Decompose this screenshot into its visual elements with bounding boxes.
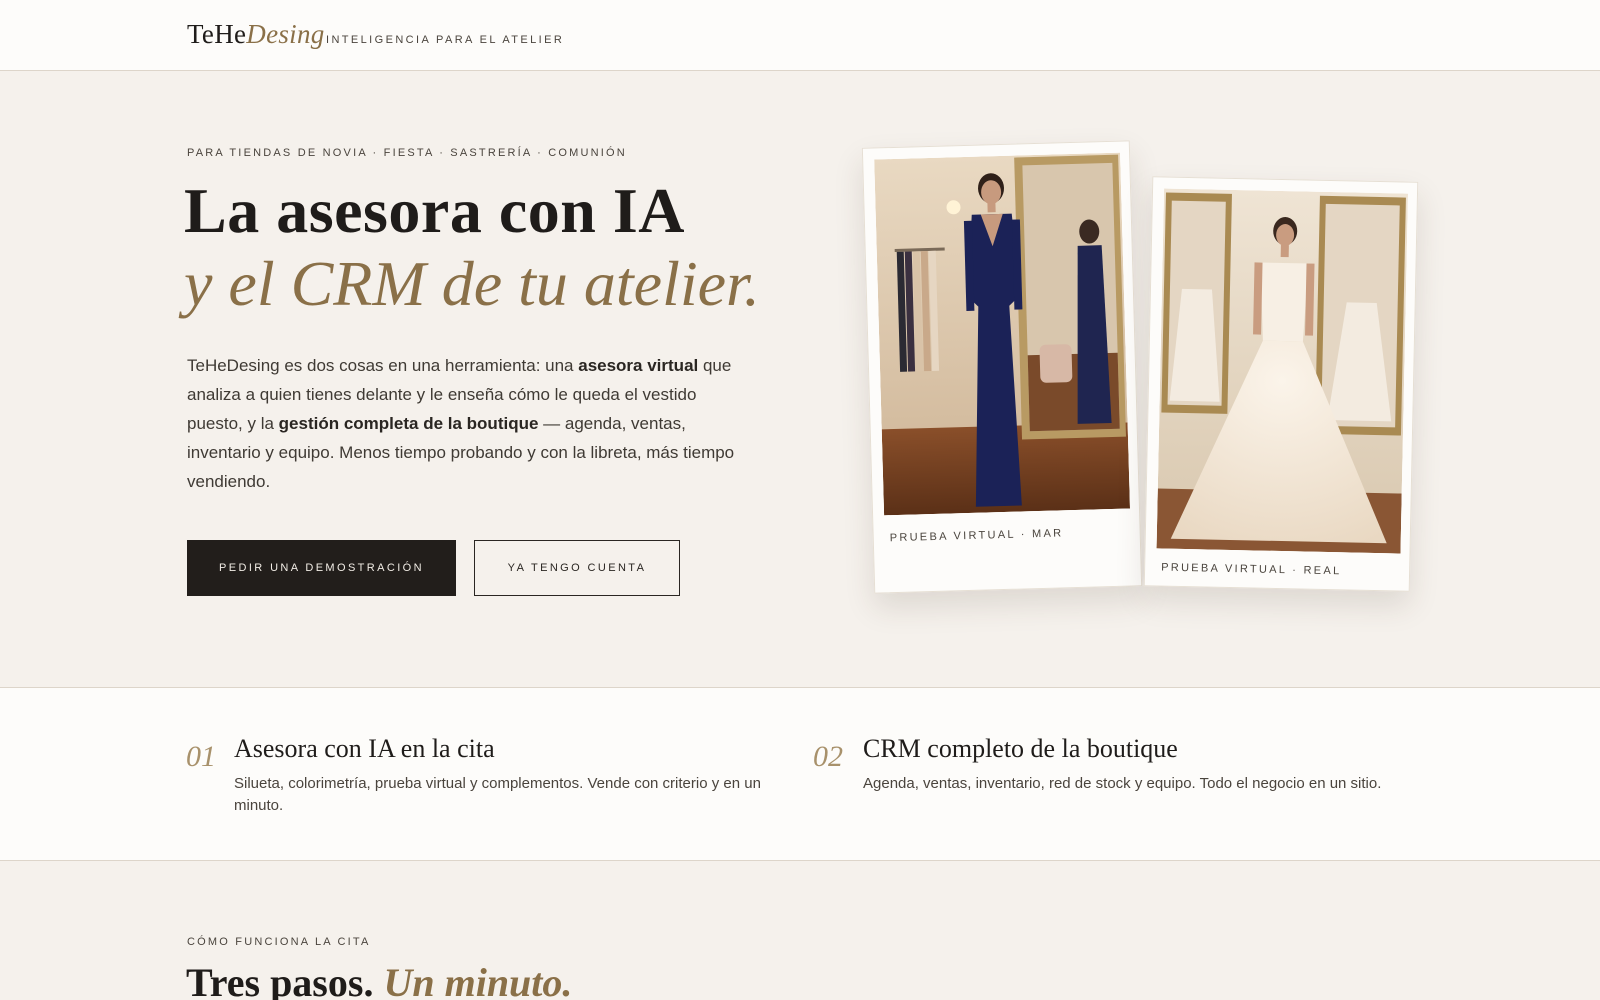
photo-card-bridal: PRUEBA VIRTUAL · REAL [1143,176,1419,592]
navy-dress-photo [874,152,1131,516]
feature-number: 02 [813,740,843,773]
logo-main-text: TeHe [187,19,247,49]
request-demo-button[interactable]: PEDIR UNA DEMOSTRACIÓN [187,540,456,596]
card-caption-bridal: PRUEBA VIRTUAL · REAL [1161,561,1342,578]
feature-number: 01 [186,740,216,773]
hero-headline: La asesora con IA [184,175,685,246]
card-caption-navy: PRUEBA VIRTUAL · MAR [889,527,1064,545]
hero-headline-accent: y el CRM de tu atelier. [184,248,760,319]
lead-text-1: TeHeDesing es dos cosas en una herramien… [187,356,579,375]
how-it-works-section: CÓMO FUNCIONA LA CITA Tres pasos. Un min… [0,861,1600,1000]
how-eyebrow: CÓMO FUNCIONA LA CITA [187,936,371,948]
feature-desc-crm: Agenda, ventas, inventario, red de stock… [863,775,1382,792]
top-header: TeHeDesing INTELIGENCIA PARA EL ATELIER [0,0,1600,71]
logo-accent-text: Desing [246,19,325,49]
brand-logo[interactable]: TeHeDesing [187,19,325,50]
features-section: 01 Asesora con IA en la cita Silueta, co… [0,687,1600,861]
how-title-main: Tres pasos. [186,960,374,1000]
brand-tagline: INTELIGENCIA PARA EL ATELIER [326,34,565,46]
how-title: Tres pasos. Un minuto. [186,959,572,1000]
how-title-accent: Un minuto. [383,960,573,1000]
bridal-gown-photo [1156,188,1409,554]
hero-section: PARA TIENDAS DE NOVIA · FIESTA · SASTRER… [0,71,1600,687]
feature-desc-ai-advisor: Silueta, colorimetría, prueba virtual y … [234,775,761,814]
have-account-button[interactable]: YA TENGO CUENTA [474,540,680,596]
lead-bold-2: gestión completa de la boutique [278,414,539,433]
navy-dress-illustration [874,152,1131,516]
hero-lead-paragraph: TeHeDesing es dos cosas en una herramien… [187,351,747,496]
feature-title-ai-advisor: Asesora con IA en la cita [234,734,495,763]
lead-bold-1: asesora virtual [578,356,699,375]
feature-title-crm: CRM completo de la boutique [863,734,1178,763]
bridal-gown-illustration [1156,188,1409,554]
hero-eyebrow: PARA TIENDAS DE NOVIA · FIESTA · SASTRER… [187,147,627,159]
photo-card-navy: PRUEBA VIRTUAL · MAR [861,140,1143,594]
